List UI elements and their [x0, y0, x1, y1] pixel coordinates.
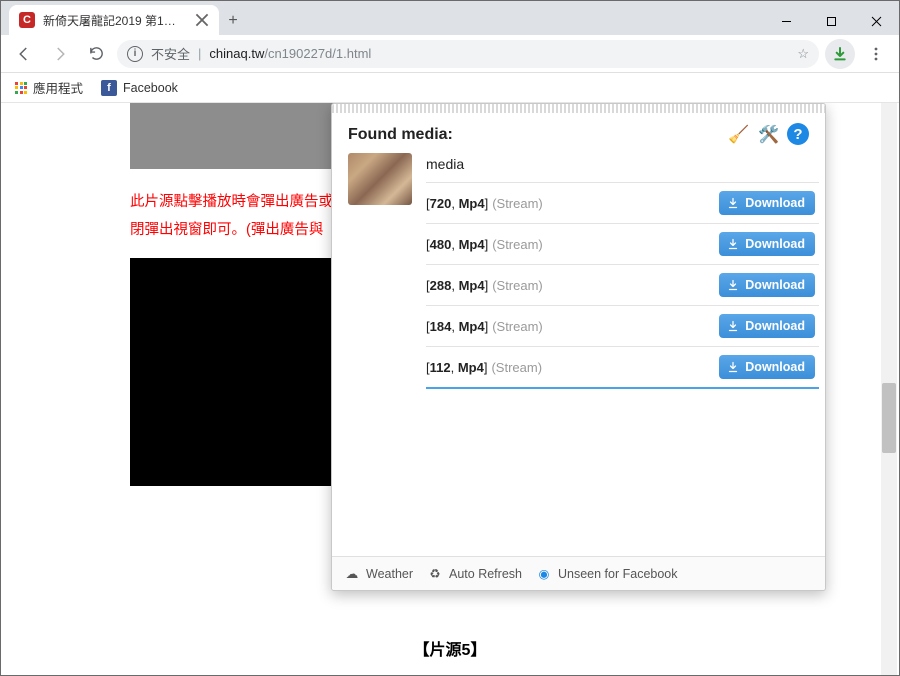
address-bar-row: i 不安全 | chinaq.tw/cn190227d/1.html ☆ — [1, 35, 899, 73]
footer-auto-refresh[interactable]: ♻ Auto Refresh — [427, 566, 522, 582]
vertical-scrollbar[interactable] — [881, 103, 897, 675]
reload-button[interactable] — [81, 39, 111, 69]
eye-icon: ◉ — [536, 566, 552, 582]
cloud-icon: ☁ — [344, 566, 360, 582]
apps-label: 應用程式 — [33, 78, 83, 97]
apps-grid-icon — [15, 82, 27, 94]
tab-title: 新倚天屠龍記2019 第1集 - Chin… — [43, 12, 187, 29]
extension-popup: Found media: 🧹 🛠️ ? media [720, Mp4] (Str… — [331, 103, 826, 591]
url-text: chinaq.tw/cn190227d/1.html — [209, 46, 789, 61]
back-button[interactable] — [9, 39, 39, 69]
maximize-button[interactable] — [809, 7, 854, 35]
forward-button[interactable] — [45, 39, 75, 69]
media-format: [288, Mp4] — [426, 278, 488, 293]
footer-label: Weather — [366, 567, 413, 581]
download-button[interactable]: Download — [719, 191, 815, 215]
scrollbar-thumb[interactable] — [882, 383, 896, 453]
media-row: [184, Mp4] (Stream) Download — [426, 306, 819, 347]
download-button[interactable]: Download — [719, 314, 815, 338]
bookmarks-bar: 應用程式 f Facebook — [1, 73, 899, 103]
bookmark-facebook[interactable]: f Facebook — [101, 80, 178, 96]
titlebar: C 新倚天屠龍記2019 第1集 - Chin… + — [1, 1, 899, 35]
media-format: [184, Mp4] — [426, 319, 488, 334]
media-stream-label: (Stream) — [491, 360, 542, 375]
media-stream-label: (Stream) — [492, 237, 543, 252]
popup-header: Found media: 🧹 🛠️ ? — [332, 113, 825, 153]
media-stream-label: (Stream) — [492, 196, 543, 211]
downloader-extension-icon[interactable] — [825, 39, 855, 69]
download-button[interactable]: Download — [719, 273, 815, 297]
media-row: [480, Mp4] (Stream) Download — [426, 224, 819, 265]
media-format: [112, Mp4] — [426, 360, 487, 375]
recycle-icon: ♻ — [427, 566, 443, 582]
download-button[interactable]: Download — [719, 232, 815, 256]
bookmark-star-icon[interactable]: ☆ — [797, 46, 809, 62]
media-stream-label: (Stream) — [492, 278, 543, 293]
footer-unseen-fb[interactable]: ◉ Unseen for Facebook — [536, 566, 678, 582]
insecure-label: 不安全 — [151, 44, 190, 63]
source-heading: 【片源5】 — [130, 636, 770, 660]
new-tab-button[interactable]: + — [219, 7, 247, 35]
tools-icon[interactable]: 🛠️ — [757, 123, 781, 147]
site-info-icon[interactable]: i — [127, 46, 143, 62]
browser-menu-icon[interactable] — [861, 39, 891, 69]
media-row: [288, Mp4] (Stream) Download — [426, 265, 819, 306]
download-button[interactable]: Download — [719, 355, 815, 379]
footer-weather[interactable]: ☁ Weather — [344, 566, 413, 582]
window-controls — [764, 7, 899, 35]
media-group-title: media — [426, 153, 819, 183]
media-list: media [720, Mp4](Stream)Download[480, Mp… — [426, 153, 819, 389]
minimize-button[interactable] — [764, 7, 809, 35]
apps-shortcut[interactable]: 應用程式 — [15, 78, 83, 97]
popup-body: media [720, Mp4](Stream)Download[480, Mp… — [332, 153, 825, 556]
bookmark-label: Facebook — [123, 81, 178, 95]
tab-favicon: C — [19, 12, 35, 28]
footer-label: Auto Refresh — [449, 567, 522, 581]
page-viewport: 此片源點擊播放時會彈出廣告或 閉彈出視窗即可。(彈出廣告與 【片源5】 此片源點… — [1, 103, 899, 675]
media-row: [720, Mp4] (Stream) Download — [426, 183, 819, 224]
omnibox[interactable]: i 不安全 | chinaq.tw/cn190227d/1.html ☆ — [117, 40, 819, 68]
browser-tab[interactable]: C 新倚天屠龍記2019 第1集 - Chin… — [9, 5, 219, 35]
media-format: [720, Mp4] — [426, 196, 488, 211]
media-thumbnail — [348, 153, 412, 205]
footer-label: Unseen for Facebook — [558, 567, 678, 581]
popup-grip — [332, 104, 825, 113]
broom-icon[interactable]: 🧹 — [727, 123, 751, 147]
media-stream-label: (Stream) — [492, 319, 543, 334]
help-icon[interactable]: ? — [787, 123, 809, 145]
browser-window: C 新倚天屠龍記2019 第1集 - Chin… + i 不安全 | china… — [0, 0, 900, 676]
popup-title: Found media: — [348, 126, 453, 144]
tab-close-icon[interactable] — [195, 13, 209, 27]
close-window-button[interactable] — [854, 7, 899, 35]
popup-footer: ☁ Weather ♻ Auto Refresh ◉ Unseen for Fa… — [332, 556, 825, 590]
media-format: [480, Mp4] — [426, 237, 488, 252]
media-row: [112, Mp4] (Stream) Download — [426, 347, 819, 389]
facebook-icon: f — [101, 80, 117, 96]
